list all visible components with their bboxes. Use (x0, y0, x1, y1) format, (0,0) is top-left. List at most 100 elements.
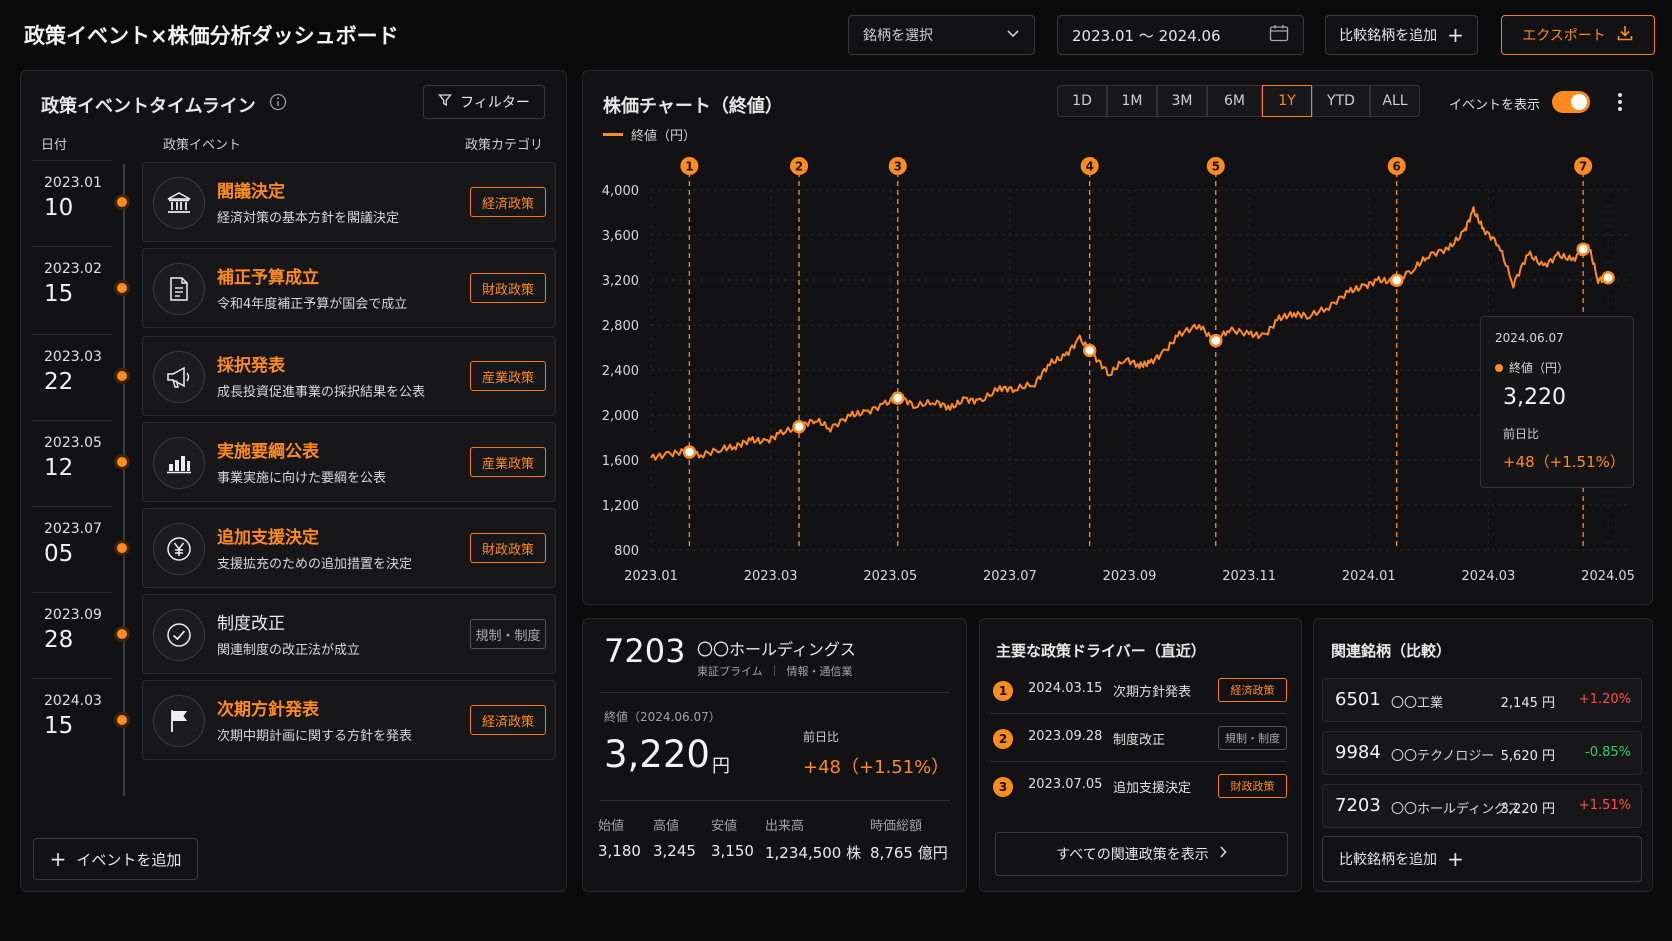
timeline-date-day: 15 (44, 281, 74, 307)
timeline-row[interactable]: 2023.09 28 制度改正 関連制度の改正法が成立 規制・制度 (32, 592, 557, 676)
stock-select[interactable]: 銘柄を選択 (848, 15, 1035, 55)
timeline-dot (114, 194, 130, 210)
show-events-toggle[interactable] (1552, 91, 1590, 113)
quote-code: 7203 (604, 632, 686, 670)
range-button-1m[interactable]: 1M (1107, 85, 1157, 117)
quote-market: 東証プライム (697, 665, 763, 678)
timeline-dot (114, 368, 130, 384)
timeline-row[interactable]: 2023.01 10 閣議決定 経済対策の基本方針を閣議決定 経済政策 (32, 160, 557, 244)
plus-icon: + (1447, 847, 1464, 871)
timeline-event-card[interactable]: 制度改正 関連制度の改正法が成立 規制・制度 (142, 594, 556, 674)
timeline-event-card[interactable]: 採択発表 成長投資促進事業の採択結果を公表 産業政策 (142, 336, 556, 416)
timeline-event-desc: 経済対策の基本方針を閣議決定 (217, 211, 400, 226)
related-price: 3,220 円 (1500, 802, 1555, 817)
driver-category-badge: 財政政策 (1218, 774, 1287, 798)
driver-category-badge: 規制・制度 (1218, 726, 1287, 750)
filter-button[interactable]: フィルター (423, 85, 545, 119)
range-button-1d[interactable]: 1D (1057, 85, 1107, 117)
close-unit: 円 (712, 756, 730, 777)
timeline-event-desc: 成長投資促進事業の採択結果を公表 (217, 385, 426, 400)
timeline-event-title: 閣議決定 (217, 182, 285, 202)
add-event-button[interactable]: + イベントを追加 (33, 838, 198, 880)
driver-row[interactable]: 1 2024.03.15 次期方針発表 経済政策 (990, 668, 1290, 714)
related-code: 6501 (1335, 689, 1381, 710)
timeline-date: 2023.03 22 (32, 334, 112, 418)
timeline-row[interactable]: 2023.07 05 追加支援決定 支援拡充のための追加措置を決定 財政政策 (32, 506, 557, 590)
driver-date: 2023.09.28 (1028, 729, 1103, 744)
related-stock-row[interactable]: 6501 〇〇工業 2,145 円 +1.20% (1322, 678, 1642, 722)
range-button-3m[interactable]: 3M (1157, 85, 1207, 117)
timeline-event-card[interactable]: 追加支援決定 支援拡充のための追加措置を決定 財政政策 (142, 508, 556, 588)
timeline-event-title: 補正予算成立 (217, 268, 319, 288)
page-title: 政策イベント×株価分析ダッシュボード (24, 24, 399, 48)
related-change: -0.85% (1585, 745, 1631, 760)
info-icon[interactable] (269, 93, 287, 115)
category-badge: 財政政策 (470, 273, 546, 303)
toggle-knob (1571, 94, 1587, 110)
timeline-row[interactable]: 2023.03 22 採択発表 成長投資促進事業の採択結果を公表 産業政策 (32, 334, 557, 418)
stock-select-label: 銘柄を選択 (863, 28, 933, 44)
stat-value: 1,234,500 株 (765, 844, 862, 862)
related-name: 〇〇工業 (1391, 696, 1444, 711)
driver-row[interactable]: 3 2023.07.05 追加支援決定 財政政策 (990, 764, 1290, 810)
show-all-policies-button[interactable]: すべての関連政策を表示 (995, 832, 1288, 876)
timeline-row[interactable]: 2024.03 15 次期方針発表 次期中期計画に関する方針を発表 経済政策 (32, 678, 557, 762)
range-button-all[interactable]: ALL (1370, 85, 1420, 117)
more-menu-icon[interactable] (1616, 92, 1624, 116)
timeline-event-card[interactable]: 閣議決定 経済対策の基本方針を閣議決定 経済政策 (142, 162, 556, 242)
timeline-date-ym: 2024.03 (44, 693, 102, 709)
timeline-row[interactable]: 2023.02 15 補正予算成立 令和4年度補正予算が国会で成立 財政政策 (32, 246, 557, 330)
add-compare-button[interactable]: 比較銘柄を追加 + (1325, 15, 1478, 55)
timeline-event-card[interactable]: 実施要綱公表 事業実施に向けた要綱を公表 産業政策 (142, 422, 556, 502)
related-stock-row[interactable]: 7203 〇〇ホールディングス 3,220 円 +1.51% (1322, 784, 1642, 828)
related-title: 関連銘柄（比較） (1331, 642, 1452, 660)
legend-label: 終値（円） (631, 129, 697, 144)
chevron-down-icon (1006, 27, 1020, 43)
timeline-date: 2023.01 10 (32, 160, 112, 244)
timeline-event-card[interactable]: 補正予算成立 令和4年度補正予算が国会で成立 財政政策 (142, 248, 556, 328)
legend-swatch (603, 133, 623, 136)
tooltip-value: 3,220 (1503, 385, 1566, 410)
timeline-dot (114, 712, 130, 728)
category-badge: 財政政策 (470, 533, 546, 563)
quote-divider (600, 692, 950, 693)
megaphone-icon (153, 351, 205, 403)
date-range-label: 2023.01 〜 2024.06 (1072, 26, 1221, 45)
export-button[interactable]: エクスポート (1501, 15, 1655, 55)
driver-divider (990, 761, 1287, 762)
stat-value: 3,245 (653, 842, 696, 860)
timeline-date-ym: 2023.01 (44, 175, 102, 191)
related-add-compare-button[interactable]: 比較銘柄を追加 + (1322, 836, 1642, 882)
close-label: 終値（2024.06.07） (604, 710, 721, 724)
category-badge: 経済政策 (470, 187, 546, 217)
timeline-date: 2024.03 15 (32, 678, 112, 762)
document-icon (153, 263, 205, 315)
date-range-picker[interactable]: 2023.01 〜 2024.06 (1057, 15, 1304, 55)
plus-icon: + (49, 847, 67, 871)
timeline-dot (114, 626, 130, 642)
timeline-date-day: 10 (44, 195, 74, 221)
timeline-dot (114, 280, 130, 296)
stat-label: 始値 (598, 819, 625, 834)
stat-label: 高値 (653, 819, 680, 834)
timeline-event-card[interactable]: 次期方針発表 次期中期計画に関する方針を発表 経済政策 (142, 680, 556, 760)
category-badge: 産業政策 (470, 447, 546, 477)
timeline-date-day: 15 (44, 713, 74, 739)
stat-label: 出来高 (765, 819, 805, 834)
bar-chart-icon (153, 437, 205, 489)
category-badge: 産業政策 (470, 361, 546, 391)
driver-name: 制度改正 (1113, 733, 1166, 748)
plus-icon: + (1447, 23, 1464, 47)
driver-row[interactable]: 2 2023.09.28 制度改正 規制・制度 (990, 716, 1290, 762)
timeline-row[interactable]: 2023.05 12 実施要綱公表 事業実施に向けた要綱を公表 産業政策 (32, 420, 557, 504)
range-button-1y[interactable]: 1Y (1262, 85, 1312, 117)
related-stock-row[interactable]: 9984 〇〇テクノロジー 5,620 円 -0.85% (1322, 731, 1642, 775)
timeline-date-ym: 2023.02 (44, 261, 102, 277)
tooltip-label: 終値（円） (1509, 361, 1570, 375)
range-button-ytd[interactable]: YTD (1312, 85, 1370, 117)
range-button-6m[interactable]: 6M (1207, 85, 1262, 117)
stat-value: 8,765 億円 (870, 844, 948, 862)
driver-name: 追加支援決定 (1113, 781, 1192, 796)
flag-icon (153, 695, 205, 747)
timeline-event-title: 次期方針発表 (217, 700, 319, 720)
